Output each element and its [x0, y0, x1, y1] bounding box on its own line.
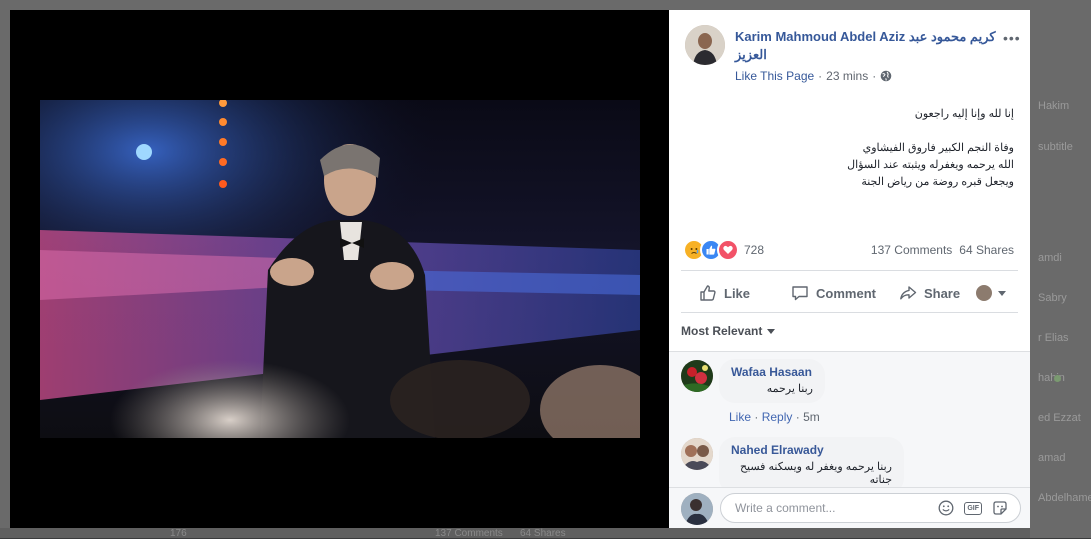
author-avatar[interactable]: [685, 25, 725, 65]
avatar-image: [681, 360, 713, 392]
background-name: amdi: [1038, 252, 1062, 264]
reactions-summary[interactable]: 728: [683, 239, 764, 261]
photo-theater[interactable]: [10, 10, 669, 528]
chevron-down-icon: [767, 328, 776, 334]
post-actions: Like Comment Share: [681, 280, 1018, 306]
comment-bubble: Wafaa Hasaan ربنا يرحمه: [719, 359, 825, 403]
comment-input[interactable]: [733, 500, 917, 516]
background-shares: 64 Shares: [520, 528, 566, 539]
gif-icon[interactable]: GIF: [964, 501, 982, 515]
post-text-line: إنا لله وإنا إليه راجعون: [914, 108, 1014, 120]
divider: [681, 312, 1018, 313]
background-bottom-strip: 176 137 Comments 64 Shares: [0, 528, 1030, 539]
like-this-page-link[interactable]: Like This Page: [735, 69, 814, 83]
comment-text: ربنا يرحمه ويغفر له ويسكنه فسيح جناته: [739, 461, 892, 486]
avatar-image: [685, 25, 725, 65]
composer-icons: GIF: [938, 500, 1008, 516]
online-dot: [1054, 375, 1061, 382]
share-arrow-icon: [900, 286, 917, 300]
comment-bubble: Nahed Elrawady ربنا يرحمه ويغفر له ويسكن…: [719, 437, 904, 494]
comment-input-box[interactable]: GIF: [720, 493, 1021, 523]
divider: [681, 270, 1018, 271]
background-name: ed Ezzat: [1038, 412, 1081, 424]
thumbs-up-icon: [700, 285, 716, 301]
post-text-gap: [714, 123, 1014, 140]
post-text-line: وفاة النجم الكبير فاروق الفيشاوي: [862, 142, 1014, 154]
background-name: r Elias: [1038, 332, 1069, 344]
photo-image: [40, 100, 640, 438]
commenter-name[interactable]: Wafaa Hasaan: [731, 365, 813, 379]
like-label: Like: [724, 285, 751, 301]
post-timestamp[interactable]: 23 mins: [826, 69, 868, 83]
background-name: amad: [1038, 452, 1066, 464]
author-name[interactable]: Karim Mahmoud Abdel Aziz كريم محمود عبد …: [735, 28, 1015, 64]
viewer-avatar: [976, 285, 992, 301]
viewer-avatar: [681, 493, 713, 525]
comment-reply-link[interactable]: Reply: [762, 410, 793, 424]
commenter-avatar[interactable]: [681, 438, 713, 470]
comments-count-link[interactable]: 137 Comments: [871, 243, 952, 257]
comment-like-link[interactable]: Like: [729, 410, 751, 424]
background-name: Abdelhame: [1038, 492, 1091, 504]
background-name: Sabry: [1038, 292, 1067, 304]
background-comments: 137 Comments: [435, 528, 503, 539]
avatar-image: [681, 493, 713, 525]
emoji-icon[interactable]: [938, 500, 954, 516]
post-meta: Like This Page · 23 mins ·: [735, 69, 892, 83]
background-count: 176: [170, 528, 187, 539]
avatar-image: [681, 438, 713, 470]
comment-timestamp[interactable]: 5m: [803, 410, 820, 424]
shares-count-link[interactable]: 64 Shares: [959, 243, 1014, 257]
meta-separator: ·: [872, 69, 877, 83]
share-label: Share: [923, 285, 961, 301]
post-text-line: الله يرحمه ويغفرله ويثبته عند السؤال: [847, 159, 1014, 171]
chevron-down-icon: [998, 290, 1006, 296]
post-photo[interactable]: [40, 100, 640, 438]
sticker-icon[interactable]: [992, 500, 1008, 516]
post-side-panel: Karim Mahmoud Abdel Aziz كريم محمود عبد …: [669, 10, 1030, 528]
background-top-strip: [0, 0, 1091, 10]
meta-separator: ·: [795, 410, 800, 424]
comments-list: Wafaa Hasaan ربنا يرحمه Like · Reply · 5…: [669, 351, 1030, 494]
more-options-icon[interactable]: •••: [1003, 30, 1021, 46]
background-sidebar: Hakim subtitle amdi Sabry r Elias hahin …: [1030, 0, 1091, 538]
background-left-strip: [0, 0, 10, 538]
share-button[interactable]: Share: [899, 284, 960, 302]
comment-sort-dropdown[interactable]: Most Relevant: [681, 324, 776, 338]
comment-text: ربنا يرحمه: [766, 383, 813, 395]
meta-separator: ·: [818, 69, 823, 83]
background-name: Hakim: [1038, 100, 1070, 112]
post-stats: 137 Comments 64 Shares: [871, 243, 1014, 257]
comment-button[interactable]: Comment: [791, 284, 876, 302]
comment-actions: Like · Reply · 5m: [729, 410, 820, 424]
post-body: إنا لله وإنا إليه راجعون وفاة النجم الكب…: [714, 106, 1014, 191]
sort-label: Most Relevant: [681, 324, 763, 338]
speech-bubble-icon: [792, 286, 808, 301]
comment-composer-bar: GIF: [669, 487, 1030, 528]
share-as-menu[interactable]: [976, 285, 1006, 301]
post-text-line: ويجعل قبره روضة من رياض الجنة: [861, 176, 1014, 188]
commenter-avatar[interactable]: [681, 360, 713, 392]
like-button[interactable]: Like: [699, 284, 750, 302]
commenter-name[interactable]: Nahed Elrawady: [731, 443, 892, 457]
love-reaction-icon: [717, 239, 739, 261]
meta-separator: ·: [754, 410, 759, 424]
comment-label: Comment: [816, 285, 876, 301]
background-name: subtitle: [1038, 141, 1073, 153]
reaction-count: 728: [744, 243, 765, 257]
globe-icon: [880, 70, 892, 82]
